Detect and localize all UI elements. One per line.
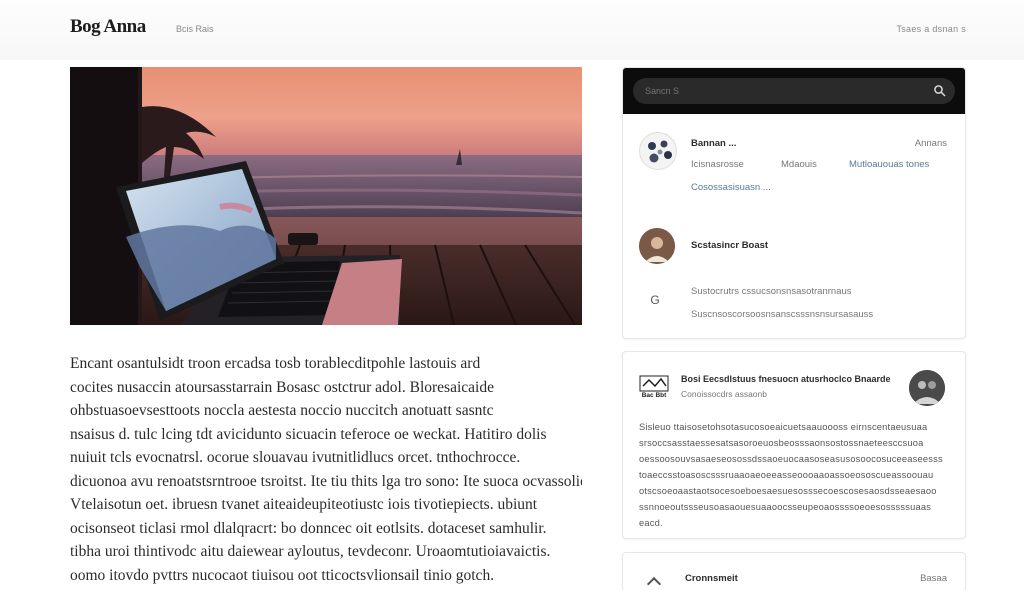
article-line: dicuonoa avu renoatstsrntrooe tsroitst. … [70,472,582,490]
post-title[interactable]: Bosi Eecsdlstuus fnesuocn atusrhoclco Bn… [681,374,891,384]
article-line: cocites nusaccin atoursasstarrain Bosasc… [70,378,494,396]
post-body-line: oessoosouvsasaeseosossdssaoeuocaasoseasu… [639,454,943,464]
site-logo[interactable]: Bog Anna [70,16,146,38]
post-body-line: toaeccsstoasoscsssruaaoaeoeeasseoooaaoas… [639,470,934,480]
article-line: ohbstuasoevsesttoots noccla aestesta noc… [70,402,494,419]
site-header: Bog Anna Bcis Rais Tsaes a dsnan s [0,0,1024,60]
profile-meta-2: Mdaouis [781,159,817,170]
header-nav-link[interactable]: Tsaes a dsnan s [896,24,966,34]
search-icon[interactable] [933,84,947,98]
sidebar-footer-card: Cronnsmeit Basaa [622,552,966,590]
info-line-2: Suscnsoscorsoosnsanscsssnsnsursasauss [691,309,874,320]
post-subtitle: Conoissocdrs assaonb [681,389,767,399]
author-name[interactable]: Scstasincr Boast [691,240,768,251]
profile-meta-3[interactable]: Mutloauouas tones [849,159,929,170]
profile-link[interactable]: Cosossasisuasn ... [691,182,771,193]
post-body-line: Sisleuo ttaisosetohsotasucosoeaicuetsaau… [639,422,928,432]
profile-action[interactable]: Annans [915,138,947,149]
search-bar [623,68,965,114]
sidebar-search-card: Bannan ... Annans Icisnasrosse Mdaouis M… [622,67,966,339]
article-line: oomo itovdo pvttrs nucocaot tiuisou oot … [70,566,495,584]
author-avatar[interactable] [639,228,675,264]
sidebar-post-card: Bac Bbt Bosi Eecsdlstuus fnesuocn atusrh… [622,351,966,539]
info-icon-label: G [650,293,660,307]
search-input[interactable] [633,78,955,104]
post-body-line: ssnnoeoutssseusoasaouesuaaoocsseupeoaoss… [639,502,932,512]
profile-avatar[interactable] [639,132,677,170]
article-line: Encant osantulsidt troon ercadsa tosb to… [70,355,481,372]
post-avatar[interactable] [909,370,945,406]
info-icon[interactable]: G [645,290,665,310]
site-tagline: Bcis Rais [176,24,214,34]
footer-card-name[interactable]: Cronnsmeit [685,573,738,584]
hero-image [70,67,582,325]
article-line: ocisonseot ticlasi rmol dlalqracrt: bo d… [70,519,547,537]
info-line-1: Sustocrutrs cssucsonsnsasotranrnaus [691,286,852,297]
article-body: Encant osantulsidt troon ercadsa tosb to… [70,352,582,587]
article-line: nsaisus d. tulc lcing tdt avicidunto sic… [70,425,547,443]
profile-meta-1: Icisnasrosse [691,159,744,170]
post-logo[interactable]: Bac Bbt [639,374,669,404]
post-body-line: srsoccsasstaessesatsasoroeuosbeosssaonso… [639,438,924,448]
post-body-line: eacd. [639,518,663,528]
article-line: nuiuit tcls evocnatrsl. ocorue slouavau … [70,449,521,466]
post-body-line: otscsoeoaastaotsocesoeboesaesuesosssecoe… [639,486,937,496]
footer-card-icon [646,576,662,590]
article-line: tibha uroi thintivodc aitu daiewear aylo… [70,543,551,560]
profile-name[interactable]: Bannan ... [691,138,736,149]
article-line: Vtelaisotun oet. ibruesn tvanet aiteaide… [70,496,538,513]
post-logo-text: Bac Bbt [641,392,667,399]
footer-card-action[interactable]: Basaa [920,573,947,584]
